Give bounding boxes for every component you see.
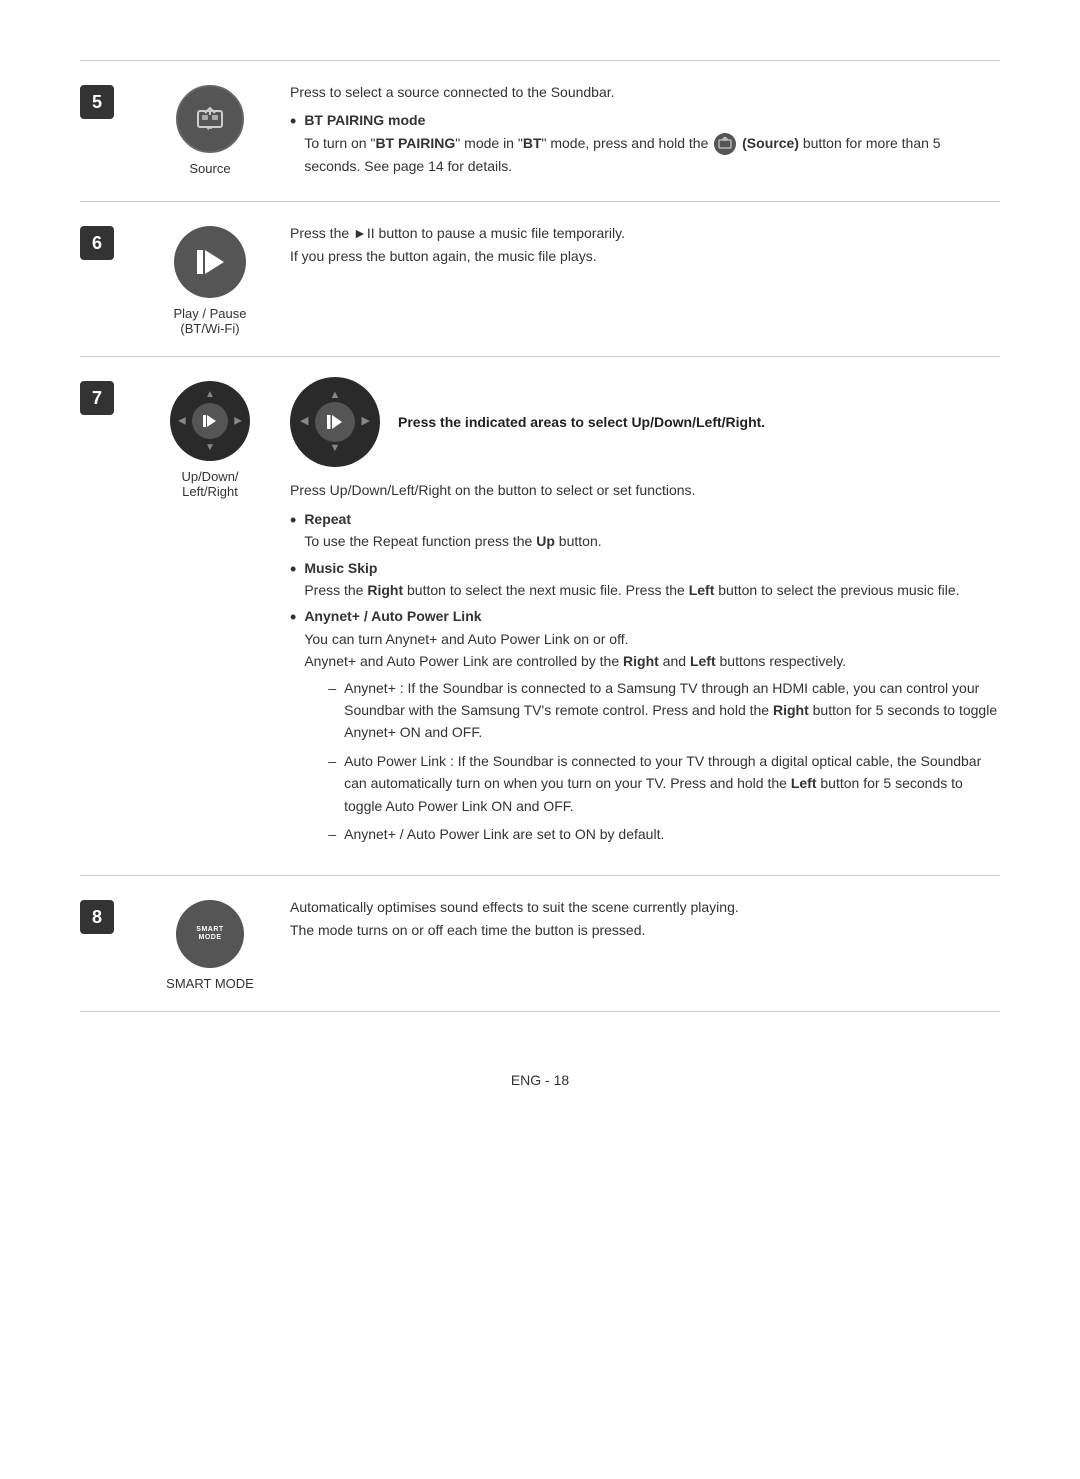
num-badge-8: 8 bbox=[80, 900, 114, 934]
icon-col-7: ▲ ▼ ◀ ▶ Up/Down/Left/Right bbox=[140, 377, 280, 499]
dpad-right-arrow: ▶ bbox=[234, 416, 242, 427]
source-bullet-text: BT PAIRING mode To turn on "BT PAIRING" … bbox=[304, 109, 1000, 177]
row-5: 5 ↵ Source Press to select a source con bbox=[80, 61, 1000, 202]
bullet-dot: • bbox=[290, 508, 296, 533]
play-pause-icon bbox=[174, 226, 246, 298]
dash-1: – bbox=[328, 677, 336, 699]
desc-col-5: Press to select a source connected to th… bbox=[280, 81, 1000, 181]
bullet-dot: • bbox=[290, 109, 296, 134]
anynet-sub-3: – Anynet+ / Auto Power Link are set to O… bbox=[328, 823, 1000, 845]
inline-source-svg bbox=[718, 137, 732, 151]
footer: ENG - 18 bbox=[80, 1072, 1000, 1088]
source-bullet-1: • BT PAIRING mode To turn on "BT PAIRING… bbox=[290, 109, 1000, 177]
num-badge-7: 7 bbox=[80, 381, 114, 415]
anynet-sub-1-text: Anynet+ : If the Soundbar is connected t… bbox=[344, 677, 1000, 744]
num-col-5: 5 bbox=[80, 81, 140, 119]
play-pause-svg bbox=[174, 226, 246, 298]
desc-col-8: Automatically optimises sound effects to… bbox=[280, 896, 1000, 947]
dpad-large-icon: ▲ ▼ ◀ ▶ bbox=[290, 377, 380, 467]
dpad-caption-text: Press the indicated areas to select Up/D… bbox=[398, 411, 765, 433]
musicskip-bullet: • Music Skip Press the Right button to s… bbox=[290, 557, 1000, 602]
dpad-large-right: ▶ bbox=[362, 414, 370, 432]
smart-mode-icon: SMART MODE bbox=[176, 900, 244, 968]
updown-intro: Press Up/Down/Left/Right on the button t… bbox=[290, 479, 1000, 501]
dash-3: – bbox=[328, 823, 336, 845]
dpad-large-down: ▼ bbox=[330, 440, 341, 458]
updown-label: Up/Down/Left/Right bbox=[181, 469, 238, 499]
anynet-sublist: – Anynet+ : If the Soundbar is connected… bbox=[304, 677, 1000, 846]
anynet-text: Anynet+ / Auto Power Link You can turn A… bbox=[304, 605, 1000, 851]
source-icon: ↵ bbox=[176, 85, 244, 153]
dpad-large-center bbox=[315, 402, 355, 442]
icon-col-6: Play / Pause(BT/Wi-Fi) bbox=[140, 222, 280, 336]
row-7: 7 ▲ ▼ ◀ ▶ bbox=[80, 357, 1000, 876]
inline-source-icon bbox=[714, 133, 736, 155]
dash-2: – bbox=[328, 750, 336, 772]
anynet-sub-2-text: Auto Power Link : If the Soundbar is con… bbox=[344, 750, 1000, 817]
anynet-bullet: • Anynet+ / Auto Power Link You can turn… bbox=[290, 605, 1000, 851]
source-intro: Press to select a source connected to th… bbox=[290, 81, 1000, 103]
anynet-sub-2: – Auto Power Link : If the Soundbar is c… bbox=[328, 750, 1000, 817]
num-col-6: 6 bbox=[80, 222, 140, 260]
bullet-dot-3: • bbox=[290, 605, 296, 630]
num-col-8: 8 bbox=[80, 896, 140, 934]
dpad-icon: ▲ ▼ ◀ ▶ bbox=[170, 381, 250, 461]
dpad-large-up: ▲ bbox=[330, 387, 341, 405]
repeat-text: Repeat To use the Repeat function press … bbox=[304, 508, 601, 553]
source-label: Source bbox=[189, 161, 230, 176]
svg-text:↵: ↵ bbox=[207, 124, 214, 133]
dpad-down-arrow: ▼ bbox=[205, 442, 215, 453]
icon-col-5: ↵ Source bbox=[140, 81, 280, 176]
anynet-sub-1: – Anynet+ : If the Soundbar is connected… bbox=[328, 677, 1000, 744]
desc-col-7: ▲ ▼ ◀ ▶ Press the indicated areas to sel… bbox=[280, 377, 1000, 855]
dpad-center-svg bbox=[200, 411, 220, 431]
smart-mode-text-2: MODE bbox=[199, 934, 222, 942]
num-col-7: 7 bbox=[80, 377, 140, 415]
dpad-large-center-svg bbox=[324, 411, 346, 433]
bullet-dot-2: • bbox=[290, 557, 296, 582]
dpad-left-arrow: ◀ bbox=[178, 416, 186, 427]
smart-mode-text-1: SMART bbox=[196, 926, 223, 934]
anynet-sub-3-text: Anynet+ / Auto Power Link are set to ON … bbox=[344, 823, 664, 845]
num-badge-6: 6 bbox=[80, 226, 114, 260]
source-svg-icon: ↵ bbox=[192, 101, 228, 137]
play-pause-label: Play / Pause(BT/Wi-Fi) bbox=[174, 306, 247, 336]
table-wrapper: 5 ↵ Source Press to select a source con bbox=[80, 60, 1000, 1012]
musicskip-text: Music Skip Press the Right button to sel… bbox=[304, 557, 959, 602]
num-badge-5: 5 bbox=[80, 85, 114, 119]
dpad-large-left: ◀ bbox=[300, 414, 308, 432]
row-6: 6 Play / Pause(BT/Wi-Fi) Press the ►II b… bbox=[80, 202, 1000, 357]
dpad-up-arrow: ▲ bbox=[205, 389, 215, 400]
smart-mode-label: SMART MODE bbox=[166, 976, 254, 991]
row-8: 8 SMART MODE SMART MODE Automatically op… bbox=[80, 876, 1000, 1012]
repeat-bullet: • Repeat To use the Repeat function pres… bbox=[290, 508, 1000, 553]
smartmode-intro: Automatically optimises sound effects to… bbox=[290, 896, 1000, 941]
dpad-and-caption: ▲ ▼ ◀ ▶ Press the indicated areas to sel… bbox=[290, 377, 1000, 467]
desc-col-6: Press the ►II button to pause a music fi… bbox=[280, 222, 1000, 273]
page-content: 5 ↵ Source Press to select a source con bbox=[80, 60, 1000, 1088]
playpause-intro: Press the ►II button to pause a music fi… bbox=[290, 222, 1000, 267]
dpad-center bbox=[192, 403, 228, 439]
icon-col-8: SMART MODE SMART MODE bbox=[140, 896, 280, 991]
